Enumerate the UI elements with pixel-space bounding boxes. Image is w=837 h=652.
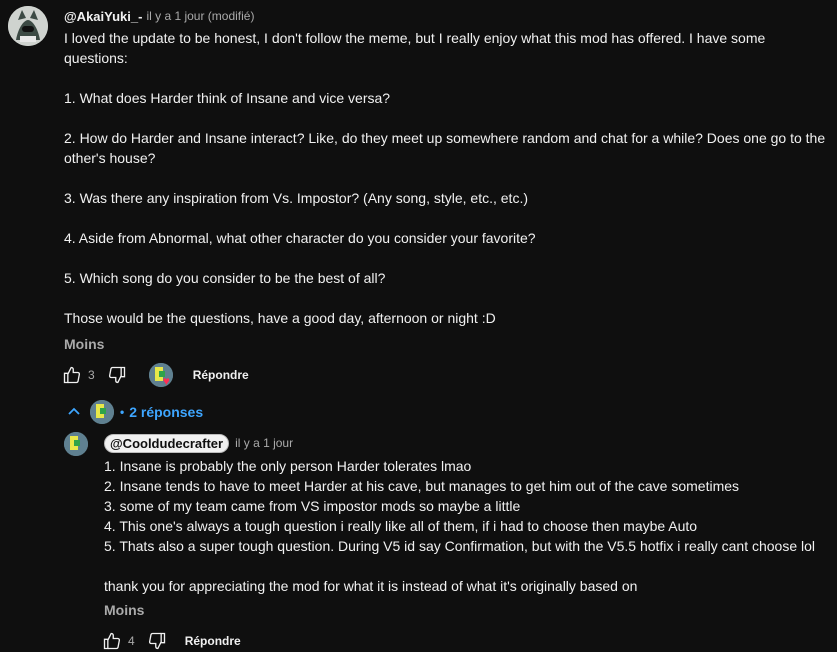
reply-text-line: 2. Insane tends to have to meet Harder a… (104, 478, 740, 494)
reply-text-line: 4. This one's always a tough question i … (104, 518, 698, 534)
comment-text-line (64, 68, 824, 88)
reply-text-line: 3. some of my team came from VS impostor… (104, 498, 521, 514)
reply-text: 1. Insane is probably the only person Ha… (104, 456, 824, 596)
comment-text-line: I loved the update to be honest, I don't… (64, 30, 766, 46)
reply-actions: 4 Répondre (100, 627, 241, 652)
replies-separator: • (120, 405, 125, 419)
comment-header: @AkaiYuki_- il y a 1 jour (modifié) (64, 6, 824, 26)
reply-header: @Cooldudecrafter il y a 1 jour (104, 432, 824, 454)
show-less-button[interactable]: Moins (64, 334, 104, 354)
comment-author[interactable]: @AkaiYuki_- (64, 9, 142, 24)
reply-button[interactable]: Répondre (193, 368, 249, 382)
comment-text-line (64, 108, 824, 128)
comment-text-line: 5. Which song do you consider to be the … (64, 270, 386, 286)
comment-text-line (64, 168, 824, 188)
reply-text-line: thank you for appreciating the mod for w… (104, 578, 638, 594)
reply-author[interactable]: @Cooldudecrafter (104, 433, 230, 453)
commenter-avatar[interactable] (8, 6, 48, 46)
comment-text-line: questions: (64, 50, 128, 66)
reply-text-line: 5. Thats also a super tough question. Du… (104, 538, 816, 554)
thumbs-up-icon[interactable] (100, 629, 124, 652)
comment-text-line: other's house? (64, 150, 156, 166)
reply-show-less-button[interactable]: Moins (104, 600, 144, 620)
reply-time[interactable]: il y a 1 jour (235, 436, 293, 450)
comment-text-line: 3. Was there any inspiration from Vs. Im… (64, 190, 528, 206)
thumbs-up-icon[interactable] (60, 363, 84, 387)
comment-text-line: Those would be the questions, have a goo… (64, 310, 496, 326)
comment-text-line: 2. How do Harder and Insane interact? Li… (64, 130, 826, 146)
comment: @AkaiYuki_- il y a 1 jour (modifié) I lo… (64, 6, 826, 354)
comment-text-line (64, 208, 824, 228)
reply-author-avatar[interactable] (64, 432, 88, 456)
comment-text-line (64, 248, 824, 268)
replies-count-label: 2 réponses (129, 404, 204, 420)
heart-icon: ♥ (162, 374, 170, 387)
comment-actions: 3 ♥ Répondre (60, 361, 249, 389)
like-count: 3 (88, 368, 95, 382)
reply-text-line: 1. Insane is probably the only person Ha… (104, 458, 472, 474)
chevron-up-icon (66, 404, 82, 420)
replies-toggle-button[interactable]: • 2 réponses (66, 398, 203, 426)
creator-heart-avatar: ♥ (148, 363, 173, 387)
reply-reply-button[interactable]: Répondre (185, 634, 241, 648)
reply-text-line (104, 556, 824, 576)
reply: @Cooldudecrafter il y a 1 jour 1. Insane… (104, 432, 824, 620)
comment-text: I loved the update to be honest, I don't… (64, 28, 826, 328)
thumbs-down-icon[interactable] (105, 363, 129, 387)
reply-like-count: 4 (128, 634, 135, 648)
comment-text-line: 4. Aside from Abnormal, what other chara… (64, 230, 536, 246)
comment-time[interactable]: il y a 1 jour (modifié) (146, 9, 254, 23)
comment-text-line (64, 288, 824, 308)
comment-text-line: 1. What does Harder think of Insane and … (64, 90, 391, 106)
thumbs-down-icon[interactable] (145, 629, 169, 652)
replier-avatar-small (90, 400, 114, 424)
